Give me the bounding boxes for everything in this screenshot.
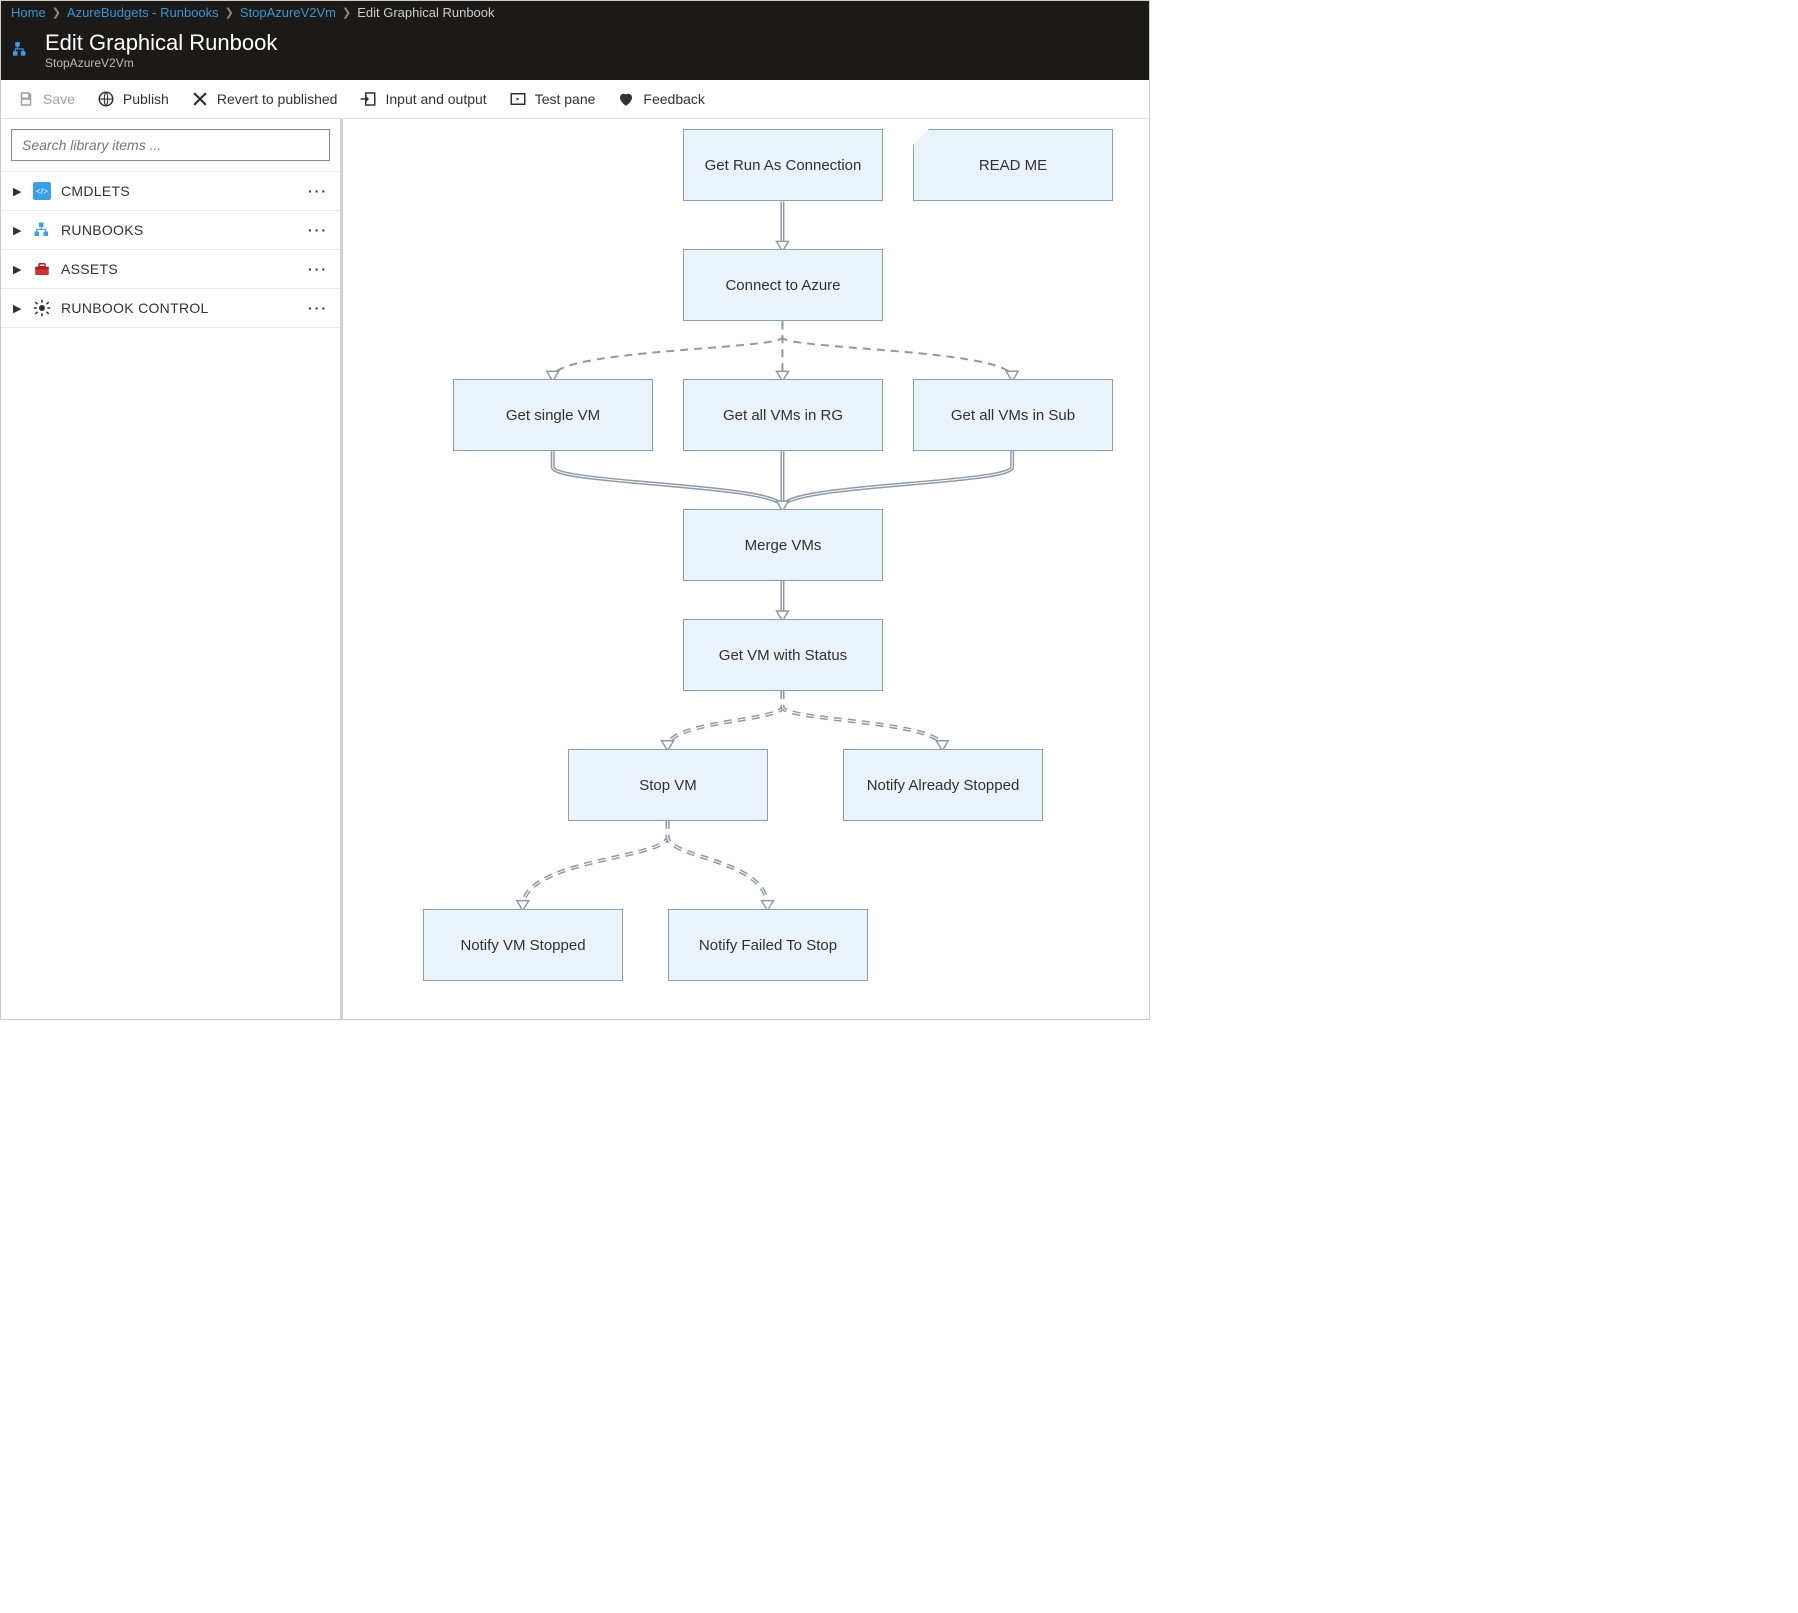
toolbox-icon xyxy=(33,260,51,278)
node-stop-vm[interactable]: Stop VM xyxy=(568,749,768,821)
gear-icon xyxy=(33,299,51,317)
node-get-vm-with-status[interactable]: Get VM with Status xyxy=(683,619,883,691)
close-icon xyxy=(191,90,209,108)
page-title: Edit Graphical Runbook xyxy=(45,30,277,56)
library-sidebar: ▶ </> CMDLETS ··· ▶ RUNBOOKS ··· ▶ xyxy=(1,119,343,1019)
sidebar-item-runbooks[interactable]: ▶ RUNBOOKS ··· xyxy=(1,210,340,249)
node-label: Get Run As Connection xyxy=(705,157,862,174)
more-icon[interactable]: ··· xyxy=(308,183,328,199)
node-label: Get single VM xyxy=(506,407,600,424)
feedback-button[interactable]: Feedback xyxy=(617,90,704,108)
sidebar-item-label: ASSETS xyxy=(61,261,298,277)
code-icon: </> xyxy=(33,182,51,200)
chevron-right-icon: ▶ xyxy=(13,224,23,237)
save-label: Save xyxy=(43,91,75,107)
toolbar: Save Publish Revert to published Input a… xyxy=(1,80,1149,119)
search-input[interactable] xyxy=(11,129,330,161)
crumb-runbook[interactable]: StopAzureV2Vm xyxy=(240,5,336,20)
runbook-icon xyxy=(13,41,31,59)
node-label: Merge VMs xyxy=(745,537,822,554)
sidebar-item-assets[interactable]: ▶ ASSETS ··· xyxy=(1,249,340,288)
chevron-right-icon: ❯ xyxy=(342,6,351,19)
more-icon[interactable]: ··· xyxy=(308,300,328,316)
node-notify-failed-to-stop[interactable]: Notify Failed To Stop xyxy=(668,909,868,981)
crumb-current: Edit Graphical Runbook xyxy=(357,5,494,20)
chevron-right-icon: ▶ xyxy=(13,185,23,198)
feedback-label: Feedback xyxy=(643,91,704,107)
sidebar-item-cmdlets[interactable]: ▶ </> CMDLETS ··· xyxy=(1,171,340,210)
crumb-home[interactable]: Home xyxy=(11,5,46,20)
chevron-right-icon: ❯ xyxy=(225,6,234,19)
node-label: Get VM with Status xyxy=(719,647,847,664)
title-bar: Edit Graphical Runbook StopAzureV2Vm xyxy=(1,24,1149,80)
io-label: Input and output xyxy=(385,91,486,107)
heart-icon xyxy=(617,90,635,108)
node-merge-vms[interactable]: Merge VMs xyxy=(683,509,883,581)
node-get-run-as-connection[interactable]: Get Run As Connection xyxy=(683,129,883,201)
save-icon xyxy=(17,90,35,108)
node-notify-already-stopped[interactable]: Notify Already Stopped xyxy=(843,749,1043,821)
node-label: Notify Failed To Stop xyxy=(699,937,837,954)
node-get-all-vms-in-sub[interactable]: Get all VMs in Sub xyxy=(913,379,1113,451)
publish-label: Publish xyxy=(123,91,169,107)
sidebar-item-runbook-control[interactable]: ▶ RUNBOOK CONTROL ··· xyxy=(1,288,340,328)
more-icon[interactable]: ··· xyxy=(308,222,328,238)
test-pane-icon xyxy=(509,90,527,108)
io-button[interactable]: Input and output xyxy=(359,90,486,108)
more-icon[interactable]: ··· xyxy=(308,261,328,277)
breadcrumb: Home ❯ AzureBudgets - Runbooks ❯ StopAzu… xyxy=(1,1,1149,24)
node-label: Connect to Azure xyxy=(725,277,840,294)
chevron-right-icon: ▶ xyxy=(13,263,23,276)
chevron-right-icon: ▶ xyxy=(13,302,23,315)
save-button: Save xyxy=(17,90,75,108)
sidebar-item-label: RUNBOOK CONTROL xyxy=(61,300,298,316)
chevron-right-icon: ❯ xyxy=(52,6,61,19)
input-output-icon xyxy=(359,90,377,108)
node-get-single-vm[interactable]: Get single VM xyxy=(453,379,653,451)
publish-button[interactable]: Publish xyxy=(97,90,169,108)
runbook-icon xyxy=(33,221,51,239)
graphical-canvas[interactable]: Get Run As Connection READ ME Connect to… xyxy=(343,119,1149,1019)
globe-icon xyxy=(97,90,115,108)
revert-button[interactable]: Revert to published xyxy=(191,90,338,108)
node-read-me[interactable]: READ ME xyxy=(913,129,1113,201)
svg-text:</>: </> xyxy=(36,187,48,196)
node-label: Get all VMs in Sub xyxy=(951,407,1075,424)
test-label: Test pane xyxy=(535,91,596,107)
node-label: READ ME xyxy=(979,157,1047,174)
node-label: Notify VM Stopped xyxy=(460,937,585,954)
page-subtitle: StopAzureV2Vm xyxy=(45,56,277,70)
sidebar-item-label: CMDLETS xyxy=(61,183,298,199)
sidebar-item-label: RUNBOOKS xyxy=(61,222,298,238)
test-button[interactable]: Test pane xyxy=(509,90,596,108)
node-get-all-vms-in-rg[interactable]: Get all VMs in RG xyxy=(683,379,883,451)
node-label: Stop VM xyxy=(639,777,697,794)
revert-label: Revert to published xyxy=(217,91,338,107)
node-notify-vm-stopped[interactable]: Notify VM Stopped xyxy=(423,909,623,981)
node-connect-to-azure[interactable]: Connect to Azure xyxy=(683,249,883,321)
node-label: Get all VMs in RG xyxy=(723,407,843,424)
crumb-account[interactable]: AzureBudgets - Runbooks xyxy=(67,5,219,20)
node-label: Notify Already Stopped xyxy=(867,777,1020,794)
